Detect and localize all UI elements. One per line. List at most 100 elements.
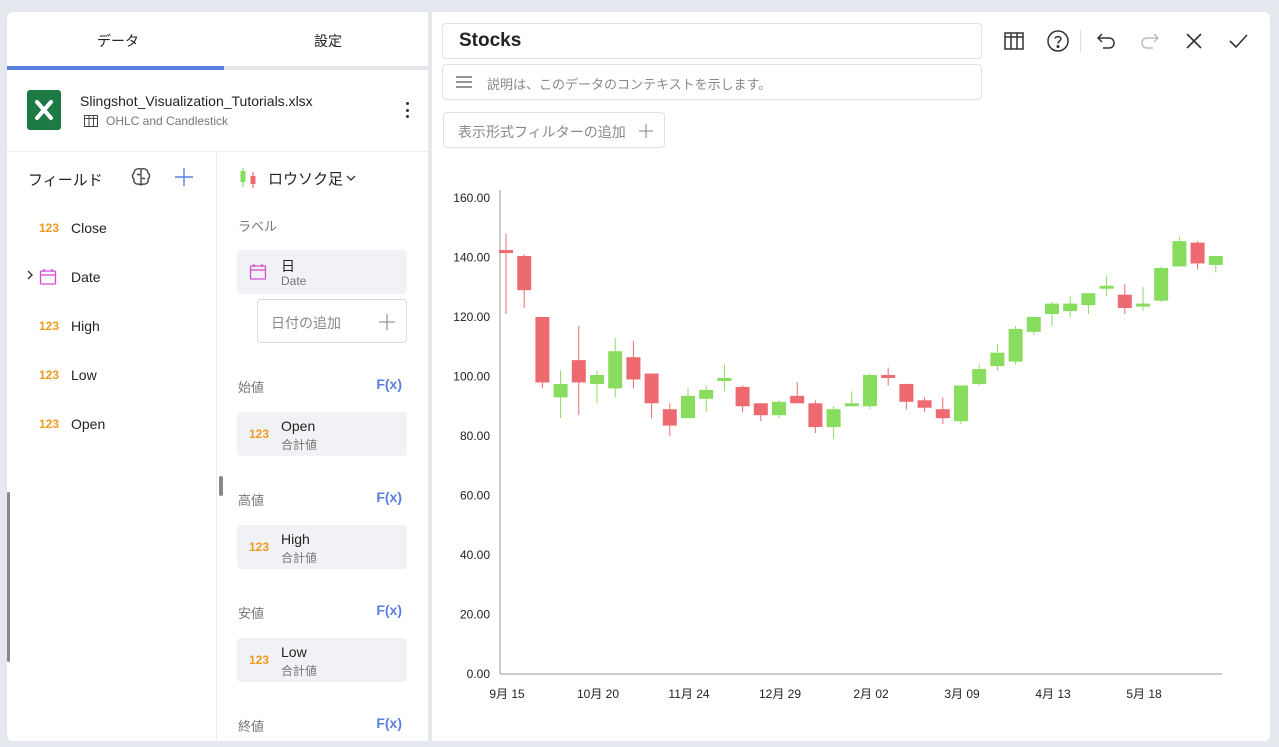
label-section-title: ラベル (238, 219, 278, 234)
chart-type-label: ロウソク足 (268, 170, 344, 188)
toolbar-divider (1080, 30, 1081, 52)
x-tick-label: 10月 20 (577, 687, 619, 701)
y-tick-label: 40.00 (460, 548, 490, 562)
sheet-name: OHLC and Candlestick (106, 114, 229, 128)
fields-title: フィールド (28, 172, 103, 189)
high-field-pill[interactable]: 123 High 合計値 (237, 525, 407, 569)
add-date-label: 日付の追加 (271, 315, 341, 331)
field-label: Date (71, 269, 101, 285)
field-label: High (71, 318, 100, 334)
open-formula-button[interactable]: F(x) (376, 376, 402, 392)
redo-icon[interactable] (1138, 29, 1162, 53)
fields-list: フィールド 123 Close Date 123 High 123 Low 12… (7, 152, 217, 741)
add-field-icon[interactable] (174, 167, 194, 187)
y-tick-label: 20.00 (460, 608, 490, 622)
candle-body (535, 317, 550, 383)
field-open[interactable]: 123 Open (7, 404, 217, 444)
pill-title: Open (281, 418, 316, 434)
numeric-type-icon: 123 (39, 319, 60, 333)
numeric-type-icon: 123 (39, 221, 60, 235)
high-formula-button[interactable]: F(x) (376, 489, 402, 505)
candle-body (1154, 267, 1169, 301)
candle-body (844, 403, 859, 407)
label-field-pill[interactable]: 日 Date (237, 250, 407, 294)
visualization-config: ロウソク足 ラベル 日 Date 日付の追加 始値 F(x) 123 Open … (218, 152, 428, 741)
x-tick-label: 4月 13 (1035, 687, 1071, 701)
calendar-icon (39, 269, 57, 285)
candle-body (1099, 285, 1114, 289)
calendar-icon (249, 264, 267, 280)
help-icon[interactable] (1046, 29, 1070, 53)
candle-body (1026, 317, 1041, 332)
table-icon (84, 115, 98, 127)
candle-body (1045, 303, 1059, 315)
field-high[interactable]: 123 High (7, 306, 217, 346)
add-filter-button[interactable]: 表示形式フィルターの追加 (443, 112, 665, 148)
close-icon[interactable] (1182, 29, 1206, 53)
candle-body (681, 395, 695, 419)
data-source-row: Slingshot_Visualization_Tutorials.xlsx O… (7, 70, 428, 152)
candlestick-icon (240, 168, 256, 188)
x-tick-label: 3月 09 (944, 687, 980, 701)
add-date-button[interactable]: 日付の追加 (257, 299, 407, 343)
candle-body (1190, 242, 1205, 264)
description-input[interactable]: 説明は、このデータのコンテキストを示します。 (442, 64, 982, 100)
x-tick-label: 9月 15 (489, 687, 525, 701)
candle-body (590, 375, 604, 384)
low-section-title: 安値 (238, 606, 265, 621)
candle-body (1117, 294, 1132, 309)
candle-body (1063, 303, 1078, 312)
y-tick-label: 140.00 (453, 251, 490, 265)
chevron-down-icon (346, 175, 356, 181)
chart-panel: Stocks 説明は、このデータのコンテキストを示します。 表示形式フィルターの… (432, 12, 1270, 741)
candle-body (753, 403, 768, 416)
candle-body (517, 256, 532, 291)
field-low[interactable]: 123 Low (7, 355, 217, 395)
field-label: Close (71, 220, 107, 236)
y-tick-label: 100.00 (453, 370, 490, 384)
grid-view-icon[interactable] (1002, 29, 1026, 53)
plus-icon (379, 314, 395, 330)
candle-body (954, 385, 968, 422)
candle-body (899, 383, 914, 402)
data-panel: データ 設定 Slingshot_Visualization_Tutorials… (7, 12, 428, 741)
close-formula-button[interactable]: F(x) (376, 715, 402, 731)
pill-subtitle: 合計値 (281, 551, 318, 565)
undo-icon[interactable] (1094, 29, 1118, 53)
file-name: Slingshot_Visualization_Tutorials.xlsx (80, 93, 313, 109)
field-close[interactable]: 123 Close (7, 208, 217, 248)
candle-body (1008, 328, 1023, 362)
low-formula-button[interactable]: F(x) (376, 602, 402, 618)
candle-body (990, 352, 1005, 367)
x-tick-label: 11月 24 (668, 687, 709, 701)
chart-type-selector[interactable]: ロウソク足 (238, 167, 356, 189)
candle-body (808, 403, 823, 428)
chevron-right-icon[interactable] (26, 269, 34, 281)
candle-body (626, 357, 641, 380)
y-tick-label: 80.00 (460, 429, 490, 443)
open-field-pill[interactable]: 123 Open 合計値 (237, 412, 407, 456)
candle-body (790, 395, 805, 404)
plus-icon (639, 124, 653, 138)
candle-body (662, 409, 677, 426)
more-options-icon[interactable] (402, 100, 412, 120)
visualization-title-input[interactable]: Stocks (442, 23, 982, 59)
candle-body (699, 389, 714, 399)
pill-subtitle: Date (281, 274, 307, 288)
field-label: Open (71, 416, 106, 432)
panel-tabs: データ 設定 (7, 12, 428, 70)
pill-title: Low (281, 644, 307, 660)
excel-file-icon (27, 90, 61, 130)
candle-body (1081, 293, 1096, 306)
tab-data[interactable]: データ (13, 12, 223, 70)
confirm-check-icon[interactable] (1226, 29, 1250, 53)
brain-icon[interactable] (130, 166, 152, 188)
field-date[interactable]: Date (7, 257, 217, 297)
x-tick-label: 12月 29 (759, 687, 801, 701)
close-section-title: 終値 (238, 719, 265, 734)
tab-settings[interactable]: 設定 (223, 12, 428, 70)
fields-scrollbar[interactable] (7, 492, 10, 662)
candle-body (717, 377, 732, 381)
low-field-pill[interactable]: 123 Low 合計値 (237, 638, 407, 682)
y-tick-label: 60.00 (460, 489, 490, 503)
